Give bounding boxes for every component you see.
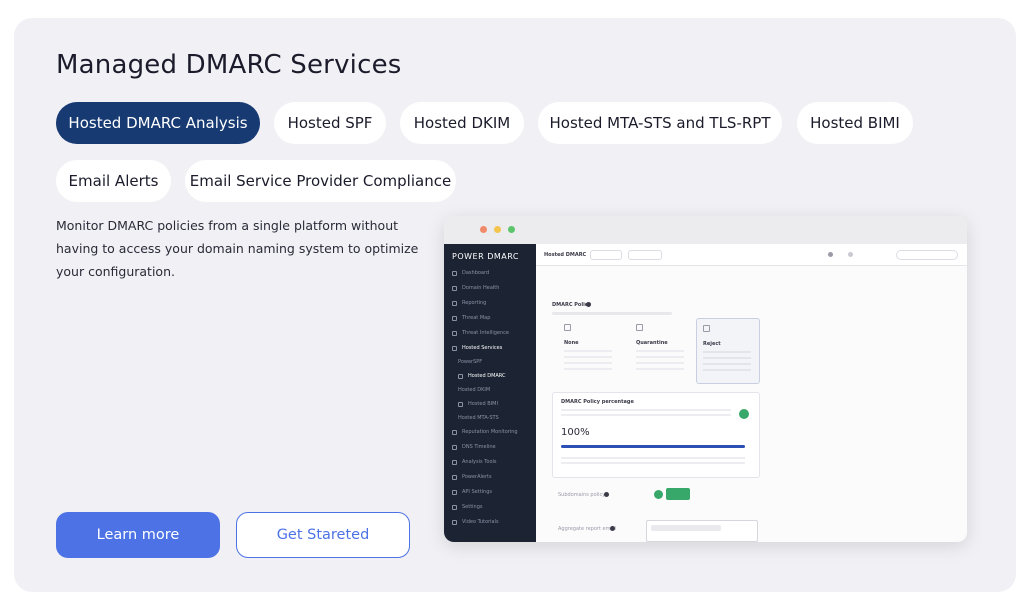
preview-chip-1	[590, 250, 622, 260]
powerdmarc-logo: POWER DMARC	[452, 252, 519, 261]
sidebar-item-dashboard: Dashboard	[452, 268, 489, 278]
option-text-lines	[703, 351, 751, 375]
map-icon	[452, 315, 457, 321]
sidebar-item-hosted-bimi: Hosted BIMI	[458, 399, 498, 409]
sidebar-item-domain-health: Domain Health	[452, 283, 499, 293]
account-chip	[896, 250, 958, 260]
window-maximize-icon	[508, 226, 515, 233]
sidebar-item-hosted-dmarc: Hosted DMARC	[458, 371, 506, 381]
preview-main: Hosted DMARC DMARC Policy None Quarantin…	[536, 244, 967, 542]
info-icon	[610, 526, 615, 531]
sidebar-item-powerspf: PowerSPF	[458, 359, 483, 365]
sidebar-item-reporting: Reporting	[452, 298, 486, 308]
bell-icon	[828, 252, 833, 257]
subdomain-save-button	[666, 488, 690, 500]
percentage-slider-fill	[561, 445, 745, 448]
window-minimize-icon	[494, 226, 501, 233]
percentage-title: DMARC Policy percentage	[561, 399, 634, 405]
sidebar-item-hosted-dkim: Hosted DKIM	[458, 387, 491, 393]
email-chip	[651, 525, 721, 531]
tab-esp-compliance[interactable]: Email Service Provider Compliance	[185, 160, 456, 202]
window-titlebar	[444, 216, 967, 244]
tab-hosted-bimi[interactable]: Hosted BIMI	[797, 102, 913, 144]
subdomain-label: Subdomains policy	[558, 492, 606, 498]
sidebar-item-reputation: Reputation Monitoring	[452, 427, 518, 437]
sidebar-item-api-settings: API Settings	[452, 487, 492, 497]
sidebar-item-analysis-tools: Analysis Tools	[452, 457, 497, 467]
aggregate-email-input	[646, 520, 758, 542]
tools-icon	[452, 459, 457, 465]
tab-hosted-mta-sts[interactable]: Hosted MTA-STS and TLS-RPT	[538, 102, 782, 144]
info-icon	[604, 492, 609, 497]
policy-subtitle-line	[552, 312, 672, 315]
tab-hosted-dkim[interactable]: Hosted DKIM	[400, 102, 524, 144]
badge-icon	[458, 401, 463, 407]
option-text-lines	[636, 350, 684, 374]
dashboard-icon	[452, 270, 457, 276]
play-icon	[452, 519, 457, 525]
subdomain-toggle	[654, 490, 663, 499]
lock-icon	[564, 324, 571, 331]
tab-hosted-spf[interactable]: Hosted SPF	[274, 102, 386, 144]
tab-hosted-dmarc-analysis[interactable]: Hosted DMARC Analysis	[56, 102, 260, 144]
option-text-lines	[564, 350, 612, 374]
service-description: Monitor DMARC policies from a single pla…	[56, 218, 419, 279]
preview-sidebar: POWER DMARC Dashboard Domain Health Repo…	[444, 244, 536, 542]
dashboard-preview: POWER DMARC Dashboard Domain Health Repo…	[444, 216, 967, 542]
sidebar-item-hosted-mta-sts: Hosted MTA-STS	[458, 415, 499, 421]
gear-icon	[452, 504, 457, 510]
percentage-slider-track	[561, 445, 745, 448]
preview-header: Hosted DMARC	[536, 244, 967, 266]
cloud-icon	[452, 345, 457, 351]
percentage-note-lines	[561, 457, 745, 465]
sidebar-item-poweralerts: PowerAlerts	[452, 472, 492, 482]
code-icon	[452, 489, 457, 495]
sidebar-item-hosted-services: Hosted Services	[452, 343, 502, 353]
language-icon	[848, 252, 853, 257]
aggregate-label: Aggregate report email	[558, 526, 617, 532]
window-close-icon	[480, 226, 487, 233]
list-icon	[458, 373, 463, 379]
report-icon	[452, 300, 457, 306]
lock-icon	[703, 325, 710, 332]
sidebar-item-settings: Settings	[452, 502, 483, 512]
preview-header-title: Hosted DMARC	[544, 252, 587, 258]
star-icon	[452, 429, 457, 435]
sidebar-item-video-tutorials: Video Tutorials	[452, 517, 499, 527]
policy-option-reject: Reject	[696, 318, 760, 384]
info-icon	[586, 302, 591, 307]
services-card: Managed DMARC Services Hosted DMARC Anal…	[14, 18, 1016, 592]
learn-more-button[interactable]: Learn more	[56, 512, 220, 558]
lock-icon	[636, 324, 643, 331]
shield-icon	[452, 330, 457, 336]
sidebar-item-dns-timeline: DNS Timeline	[452, 442, 496, 452]
page-title: Managed DMARC Services	[56, 50, 402, 80]
bell-icon	[452, 474, 457, 480]
tab-email-alerts[interactable]: Email Alerts	[56, 160, 171, 202]
sidebar-item-threat-intel: Threat Intelligence	[452, 328, 509, 338]
percentage-toggle	[739, 409, 749, 419]
percentage-panel: DMARC Policy percentage 100%	[552, 392, 760, 478]
sidebar-item-threat-map: Threat Map	[452, 313, 490, 323]
policy-option-none: None	[558, 318, 622, 384]
timeline-icon	[452, 444, 457, 450]
policy-option-quarantine: Quarantine	[630, 318, 694, 384]
get-started-button[interactable]: Get Stareted	[236, 512, 410, 558]
percentage-help-lines	[561, 409, 731, 419]
percentage-value: 100%	[561, 427, 590, 438]
preview-chip-2	[628, 250, 662, 260]
health-icon	[452, 285, 457, 291]
